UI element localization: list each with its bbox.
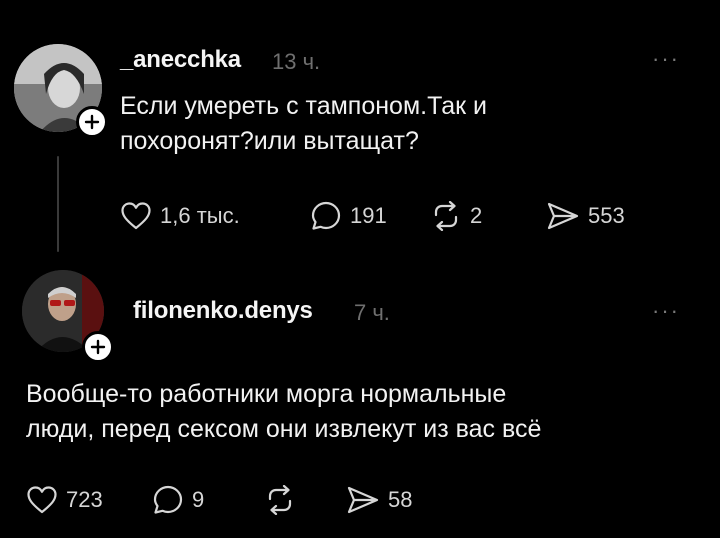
- plus-icon: [90, 339, 106, 355]
- follow-button-1[interactable]: [76, 106, 108, 138]
- comment-count-2: 9: [192, 487, 205, 512]
- heart-icon: [121, 202, 151, 230]
- follow-button-2[interactable]: [82, 331, 114, 363]
- post-actions-1: 1,6 тыс. 191 2 553: [120, 200, 656, 232]
- post-2: filonenko.denys 7 ч. ··· Вообще-то работ…: [0, 270, 720, 538]
- post-1: _anecchka 13 ч. ··· Если умереть с тампо…: [0, 0, 720, 270]
- send-icon: [547, 202, 579, 230]
- send-icon: [347, 486, 379, 514]
- share-button-1[interactable]: 553: [546, 201, 656, 231]
- repost-count-1: 2: [470, 203, 483, 228]
- more-options-button-2[interactable]: ···: [652, 298, 680, 324]
- heart-icon: [27, 486, 57, 514]
- timestamp-2: 7 ч.: [354, 300, 390, 325]
- share-button-2[interactable]: 58: [346, 485, 456, 515]
- comment-icon: [311, 201, 341, 230]
- comment-count-1: 191: [350, 203, 387, 228]
- more-options-button-1[interactable]: ···: [652, 46, 680, 72]
- post-actions-2: 723 9 58: [26, 484, 456, 516]
- post-text-1: Если умереть с тампоном.Так и похоронят?…: [120, 92, 487, 155]
- timestamp-1: 13 ч.: [272, 49, 321, 74]
- post-text-2: Вообще-то работники морга нормальные люд…: [26, 380, 542, 443]
- repost-icon: [268, 485, 292, 515]
- share-count-2: 58: [388, 487, 413, 512]
- plus-icon: [84, 114, 100, 130]
- username-1[interactable]: _anecchka: [120, 46, 241, 74]
- like-count-1: 1,6 тыс.: [160, 203, 240, 228]
- repost-button-2[interactable]: [264, 485, 346, 515]
- comment-icon: [153, 485, 183, 514]
- share-count-1: 553: [588, 203, 625, 228]
- like-count-2: 723: [66, 487, 103, 512]
- comment-button-1[interactable]: 191: [310, 200, 430, 232]
- comment-button-2[interactable]: 9: [152, 484, 264, 516]
- thread-line: [57, 156, 59, 252]
- repost-icon: [434, 201, 458, 231]
- like-button-2[interactable]: 723: [26, 485, 152, 515]
- repost-button-1[interactable]: 2: [430, 201, 546, 231]
- like-button-1[interactable]: 1,6 тыс.: [120, 201, 310, 231]
- username-2[interactable]: filonenko.denys: [133, 297, 313, 325]
